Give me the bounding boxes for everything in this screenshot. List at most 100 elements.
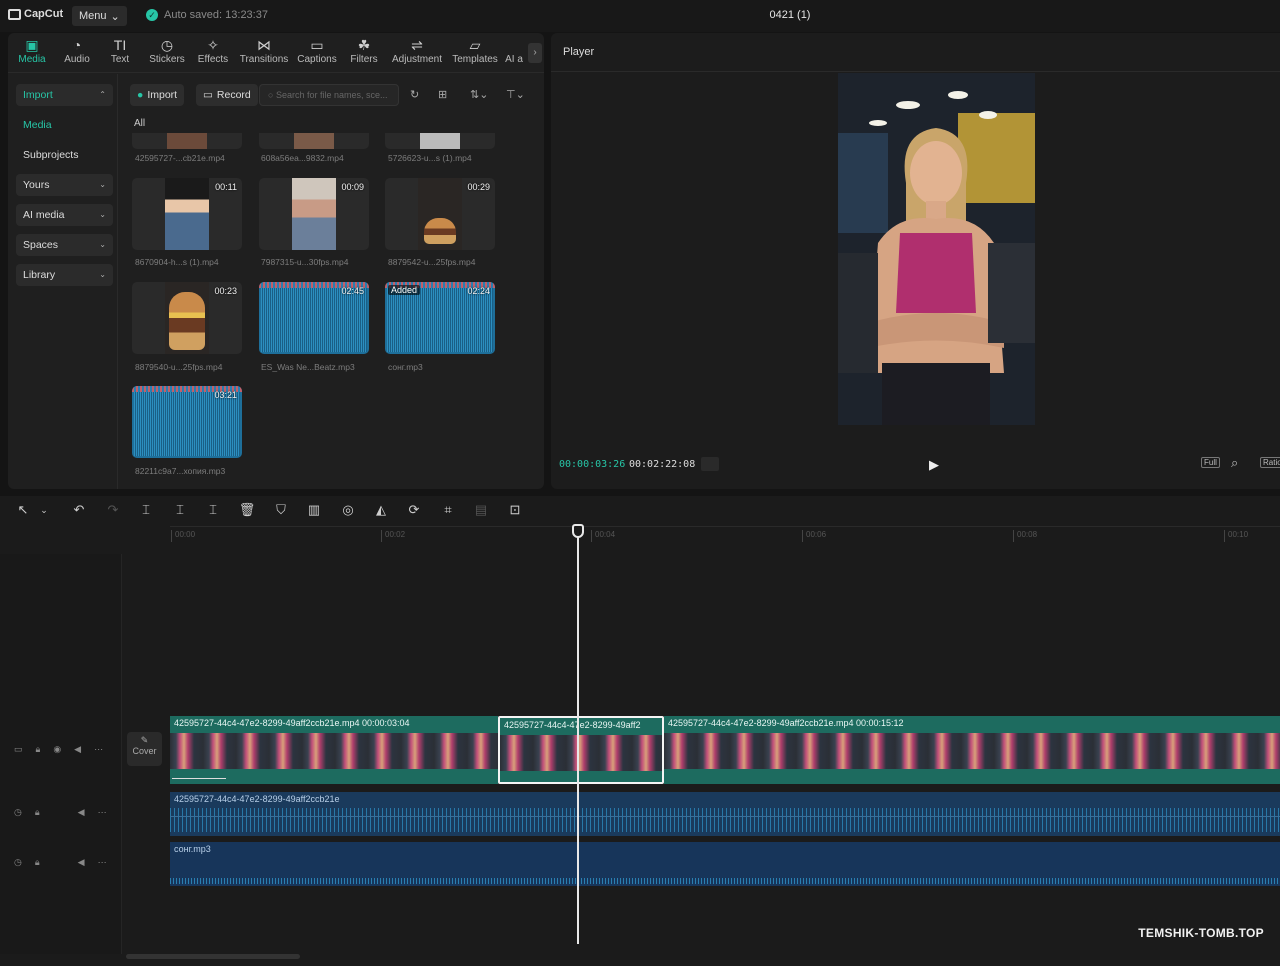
- chevron-right-icon[interactable]: ›: [528, 43, 542, 63]
- tab-label: Adjustment: [391, 54, 443, 65]
- menu-button[interactable]: Menu ⌄: [72, 6, 127, 26]
- freeze-icon[interactable]: ▥: [305, 502, 323, 518]
- video-clip-selected[interactable]: 42595727-44c4-47e2-8299-49aff2: [498, 716, 664, 784]
- split-right-icon[interactable]: ⌶: [204, 502, 222, 518]
- media-thumbnail[interactable]: [385, 133, 495, 149]
- eye-icon[interactable]: ◉: [53, 744, 61, 755]
- filter-icon[interactable]: ⊤⌄: [506, 88, 525, 101]
- import-button[interactable]: ● Import: [130, 84, 185, 106]
- sidebar-item-label: Yours: [23, 179, 50, 191]
- search-input[interactable]: ○ Search for file names, sce...: [259, 84, 399, 106]
- project-title[interactable]: 0421 (1): [740, 9, 840, 21]
- chevron-down-icon[interactable]: ⌄: [35, 505, 53, 516]
- sidebar-item-label: AI media: [23, 209, 65, 221]
- more-icon[interactable]: ⋯: [98, 857, 107, 868]
- video-clip[interactable]: 42595727-44c4-47e2-8299-49aff2ccb21e.mp4…: [664, 716, 1280, 784]
- sidebar-item-library[interactable]: Library ⌄: [16, 264, 113, 286]
- delete-icon[interactable]: 🗑︎: [238, 502, 256, 518]
- sort-icon[interactable]: ⇅⌄: [470, 88, 488, 101]
- media-thumbnail[interactable]: 00:09: [259, 178, 369, 250]
- split-icon[interactable]: ⌶: [137, 502, 155, 518]
- crop-icon[interactable]: ⌗: [439, 502, 457, 518]
- audio-clip[interactable]: сонг.mp3: [170, 842, 1280, 886]
- select-pointer-icon[interactable]: ↖: [14, 502, 32, 518]
- refresh-icon[interactable]: ↻: [410, 88, 419, 101]
- sidebar-item-media[interactable]: Media: [16, 114, 113, 136]
- video-preview[interactable]: [838, 73, 1035, 425]
- full-button[interactable]: Full: [1201, 457, 1220, 468]
- feature-tabs: ▣ Media ◔ Audio TI Text ◷ Stickers ✧ Eff…: [8, 33, 544, 73]
- resize-icon[interactable]: ⊡: [506, 502, 524, 518]
- cover-button[interactable]: ✎ Cover: [127, 732, 162, 766]
- reverse-icon[interactable]: ◎: [339, 502, 357, 518]
- transitions-icon: ⋈: [257, 37, 271, 53]
- tab-templates[interactable]: ▱ Templates: [450, 37, 500, 69]
- tab-effects[interactable]: ✧ Effects: [196, 37, 230, 69]
- media-icon: ▣: [25, 37, 39, 53]
- tab-filters[interactable]: ☘ Filters: [348, 37, 380, 69]
- templates-icon: ▱: [469, 37, 481, 53]
- more-icon[interactable]: ⋯: [94, 744, 103, 755]
- tab-transitions[interactable]: ⋈ Transitions: [238, 37, 290, 69]
- subtitle-icon[interactable]: ▤: [472, 502, 490, 518]
- media-filename: 8879542-u...25fps.mp4: [388, 257, 476, 267]
- playhead[interactable]: [577, 524, 579, 944]
- record-button[interactable]: ▭ Record: [196, 84, 258, 106]
- tab-media[interactable]: ▣ Media: [16, 37, 48, 69]
- sidebar-item-yours[interactable]: Yours ⌄: [16, 174, 113, 196]
- mute-icon[interactable]: ◀︎: [78, 807, 85, 818]
- tab-ai[interactable]: AI a: [504, 37, 524, 69]
- audio-thumbnail[interactable]: 03:21: [132, 386, 242, 458]
- grid-view-icon[interactable]: ⊞: [438, 88, 447, 101]
- sidebar-item-import[interactable]: Import ⌃: [16, 84, 113, 106]
- audio-waveform: [170, 878, 1280, 884]
- audio-thumbnail[interactable]: 02:45: [259, 282, 369, 354]
- tab-label: Captions: [297, 54, 337, 65]
- ruler-tick: 00:00: [171, 530, 195, 542]
- timeline-scrollbar[interactable]: [126, 954, 300, 959]
- capcut-logo-icon: [8, 8, 21, 20]
- shield-icon[interactable]: ⛉: [272, 502, 290, 518]
- redo-icon[interactable]: ↷: [104, 502, 122, 518]
- lock-icon[interactable]: 🔒︎: [35, 857, 40, 868]
- media-thumbnail[interactable]: 00:23: [132, 282, 242, 354]
- pencil-icon: ✎: [140, 735, 149, 745]
- video-track-controls: ▭ 🔒︎ ◉ ◀︎ ⋯: [14, 744, 103, 755]
- lock-icon[interactable]: 🔒︎: [36, 744, 41, 755]
- video-clip[interactable]: 42595727-44c4-47e2-8299-49aff2ccb21e.mp4…: [170, 716, 498, 784]
- tab-label: Media: [18, 54, 46, 65]
- audio-clip[interactable]: 42595727-44c4-47e2-8299-49aff2ccb21e: [170, 792, 1280, 836]
- sidebar-item-ai-media[interactable]: AI media ⌄: [16, 204, 113, 226]
- timeline-panel: ↖ ⌄ ↶ ↷ ⌶ ⌶ ⌶ 🗑︎ ⛉ ▥ ◎ ◭ ⟳ ⌗ ▤ ⊡ 00:00 0…: [0, 496, 1280, 966]
- tab-audio[interactable]: ◔ Audio: [62, 37, 92, 69]
- media-panel: ▣ Media ◔ Audio TI Text ◷ Stickers ✧ Eff…: [8, 33, 544, 489]
- tab-label: Stickers: [149, 54, 185, 65]
- audio-thumbnail[interactable]: Added 02:24: [385, 282, 495, 354]
- playhead-handle[interactable]: [572, 524, 584, 538]
- media-filename: 5726623-u...s (1).mp4: [388, 153, 472, 163]
- tab-adjustment[interactable]: ⇌ Adjustment: [390, 37, 444, 69]
- timecode-toggle-icon[interactable]: [701, 457, 719, 471]
- tab-stickers[interactable]: ◷ Stickers: [148, 37, 186, 69]
- split-left-icon[interactable]: ⌶: [171, 502, 189, 518]
- zoom-fit-icon[interactable]: ⌕: [1231, 455, 1238, 471]
- media-thumbnail[interactable]: 00:29: [385, 178, 495, 250]
- mute-icon[interactable]: ◀︎: [78, 857, 85, 868]
- clip-filmstrip: [500, 735, 662, 771]
- media-thumbnail[interactable]: 00:11: [132, 178, 242, 250]
- lock-icon[interactable]: 🔒︎: [35, 807, 40, 818]
- more-icon[interactable]: ⋯: [98, 807, 107, 818]
- tab-text[interactable]: TI Text: [108, 37, 132, 69]
- ruler-tick: 00:08: [1013, 530, 1037, 542]
- clip-filmstrip: [664, 733, 1280, 769]
- rotate-icon[interactable]: ⟳: [405, 502, 423, 518]
- audio-waveform: [134, 392, 240, 456]
- play-icon[interactable]: ▶: [929, 457, 939, 473]
- ratio-button[interactable]: Ratio: [1260, 457, 1280, 468]
- mirror-icon[interactable]: ◭: [372, 502, 390, 518]
- undo-icon[interactable]: ↶: [70, 502, 88, 518]
- mute-icon[interactable]: ◀︎: [74, 744, 81, 755]
- sidebar-item-spaces[interactable]: Spaces ⌄: [16, 234, 113, 256]
- sidebar-item-subprojects[interactable]: Subprojects: [16, 144, 113, 166]
- tab-captions[interactable]: ▭ Captions: [296, 37, 338, 69]
